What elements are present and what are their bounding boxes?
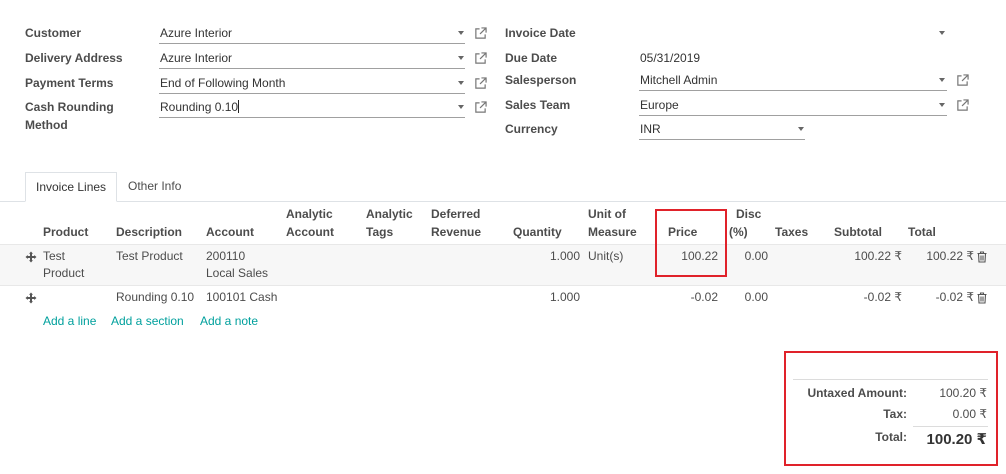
currency-dropdown-caret-icon[interactable] <box>798 127 804 131</box>
delivery-address-label: Delivery Address <box>25 51 123 65</box>
row2-price: -0.02 <box>690 290 718 304</box>
drag-handle-icon[interactable] <box>25 292 37 304</box>
text-cursor <box>238 100 240 113</box>
col-quantity[interactable]: Quantity <box>513 223 562 241</box>
row1-account-line1: 200110 <box>206 249 246 263</box>
row1-product: Test Product <box>43 248 84 282</box>
row1-uom: Unit(s) <box>588 249 624 263</box>
salesperson-field[interactable]: Mitchell Admin <box>639 71 947 91</box>
row2-subtotal: -0.02 ₹ <box>863 290 902 304</box>
col-discount-line1: Disc <box>736 207 762 221</box>
due-date-label: Due Date <box>505 51 558 65</box>
tab-invoice-lines[interactable]: Invoice Lines <box>25 172 118 202</box>
row2-account: 100101 Cash <box>206 290 278 304</box>
due-date-field[interactable]: 05/31/2019 <box>639 49 947 69</box>
col-deferred-revenue-line2: Revenue <box>431 225 482 239</box>
salesperson-dropdown-caret-icon[interactable] <box>939 78 945 82</box>
col-analytic-tags[interactable]: Analytic Tags <box>366 205 413 241</box>
currency-field[interactable]: INR <box>639 120 805 140</box>
col-analytic-tags-line2: Tags <box>366 225 394 239</box>
sales-team-label: Sales Team <box>505 98 571 112</box>
row2-delete-trash-icon[interactable] <box>977 292 987 304</box>
cash-rounding-label-line1: Cash Rounding <box>25 100 114 114</box>
delivery-address-external-link-icon[interactable] <box>474 52 487 65</box>
delivery-address-dropdown-caret-icon[interactable] <box>458 56 464 60</box>
cash-rounding-dropdown-caret-icon[interactable] <box>458 105 464 109</box>
row2-quantity: 1.000 <box>549 290 580 304</box>
tab-other-info[interactable]: Other Info <box>118 172 191 202</box>
row1-discount: 0.00 <box>744 249 768 263</box>
notebook-tabs: Invoice Lines Other Info <box>0 172 1006 202</box>
invoice-date-dropdown-caret-icon[interactable] <box>939 31 945 35</box>
row1-account-line2: Local Sales <box>206 266 269 280</box>
row1-product-line2: Product <box>43 266 85 280</box>
col-uom-line2: Measure <box>588 225 637 239</box>
row2-description: Rounding 0.10 <box>116 290 195 304</box>
delivery-address-field[interactable]: Azure Interior <box>159 49 465 69</box>
col-discount[interactable]: Disc (%) <box>729 205 761 241</box>
cash-rounding-external-link-icon[interactable] <box>474 101 487 114</box>
row1-product-line1: Test <box>43 249 66 263</box>
col-total[interactable]: Total <box>908 223 936 241</box>
row2-discount: 0.00 <box>744 290 768 304</box>
payment-terms-external-link-icon[interactable] <box>474 77 487 90</box>
col-deferred-revenue-line1: Deferred <box>431 207 481 221</box>
invoice-date-field[interactable] <box>639 24 947 44</box>
payment-terms-field[interactable]: End of Following Month <box>159 74 465 94</box>
customer-external-link-icon[interactable] <box>474 27 487 40</box>
col-deferred-revenue[interactable]: Deferred Revenue <box>431 205 481 241</box>
col-unit-of-measure[interactable]: Unit of Measure <box>588 205 637 241</box>
sales-team-external-link-icon[interactable] <box>956 99 969 112</box>
payment-terms-dropdown-caret-icon[interactable] <box>458 81 464 85</box>
cash-rounding-value: Rounding 0.10 <box>160 100 239 114</box>
salesperson-label: Salesperson <box>505 73 577 87</box>
invoice-date-label: Invoice Date <box>505 26 576 40</box>
cash-rounding-label: Cash Rounding Method <box>25 98 114 134</box>
col-analytic-account-line1: Analytic <box>286 207 333 221</box>
col-product[interactable]: Product <box>43 223 88 241</box>
col-taxes[interactable]: Taxes <box>775 223 808 241</box>
payment-terms-label: Payment Terms <box>25 76 114 90</box>
salesperson-external-link-icon[interactable] <box>956 74 969 87</box>
col-uom-line1: Unit of <box>588 207 626 221</box>
customer-label: Customer <box>25 26 82 40</box>
row1-delete-trash-icon[interactable] <box>977 251 987 263</box>
col-subtotal[interactable]: Subtotal <box>834 223 882 241</box>
drag-handle-icon[interactable] <box>25 251 37 263</box>
row2-total: -0.02 ₹ <box>935 290 974 304</box>
cash-rounding-field[interactable]: Rounding 0.10 <box>159 98 465 118</box>
col-analytic-account-line2: Account <box>286 225 334 239</box>
col-description[interactable]: Description <box>116 223 182 241</box>
sales-team-field[interactable]: Europe <box>639 96 947 116</box>
add-note-link[interactable]: Add a note <box>200 313 258 330</box>
col-analytic-account[interactable]: Analytic Account <box>286 205 334 241</box>
row1-account: 200110 Local Sales <box>206 248 268 282</box>
customer-field[interactable]: Azure Interior <box>159 24 465 44</box>
row1-description: Test Product <box>116 249 183 263</box>
row1-total: 100.22 ₹ <box>926 249 974 263</box>
add-section-link[interactable]: Add a section <box>111 313 184 330</box>
price-highlight-box <box>655 209 727 277</box>
col-analytic-tags-line1: Analytic <box>366 207 413 221</box>
row1-subtotal: 100.22 ₹ <box>854 249 902 263</box>
add-line-link[interactable]: Add a line <box>43 313 96 330</box>
sales-team-dropdown-caret-icon[interactable] <box>939 103 945 107</box>
col-account[interactable]: Account <box>206 223 254 241</box>
col-discount-line2: (%) <box>729 225 748 239</box>
totals-highlight-box <box>784 351 998 466</box>
customer-dropdown-caret-icon[interactable] <box>458 31 464 35</box>
currency-label: Currency <box>505 122 558 136</box>
row1-quantity: 1.000 <box>549 249 580 263</box>
cash-rounding-label-line2: Method <box>25 118 68 132</box>
